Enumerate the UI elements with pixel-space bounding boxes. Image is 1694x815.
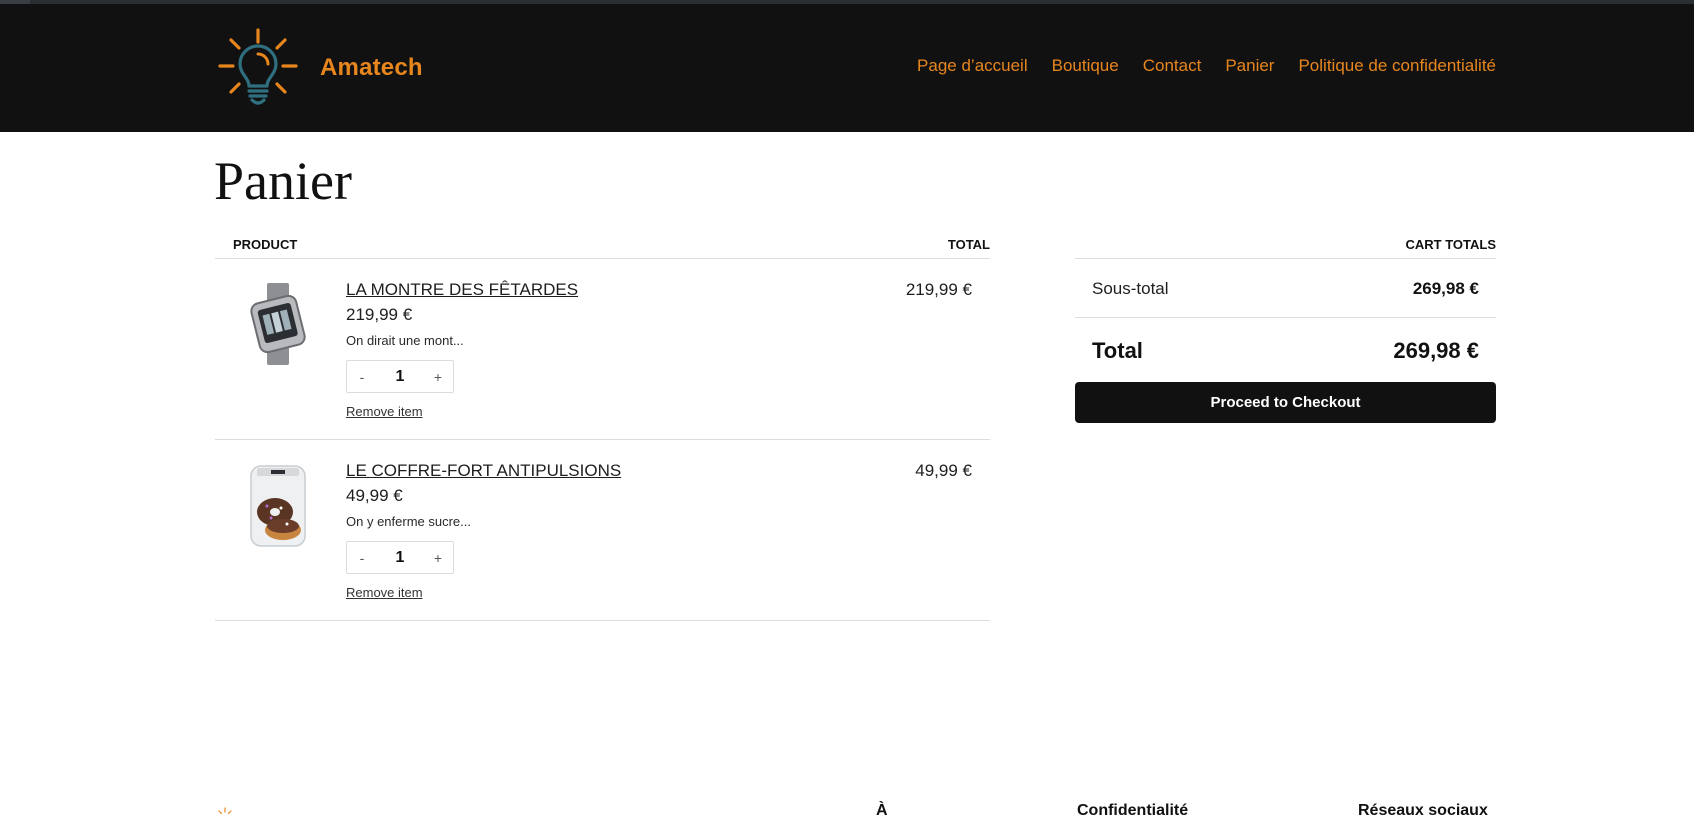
footer-column-heading: À	[876, 802, 888, 815]
total-value: 269,98 €	[1393, 338, 1479, 363]
main-nav: Page d’accueil Boutique Contact Panier P…	[917, 56, 1496, 76]
footer-column-heading: Réseaux sociaux	[1358, 802, 1488, 815]
column-header-total: Total	[947, 237, 990, 252]
product-name-link[interactable]: Le coffre-fort antipulsions	[346, 461, 621, 481]
cart-item-row: Le coffre-fort antipulsions 49,99 € On y…	[215, 440, 990, 621]
subtotal-row: Sous-total 269,98 €	[1075, 259, 1496, 318]
nav-item-privacy[interactable]: Politique de confidentialité	[1298, 56, 1496, 76]
product-price: 219,99 €	[346, 305, 413, 324]
remove-item-link[interactable]: Remove item	[346, 585, 423, 600]
site-title[interactable]: Amatech	[320, 54, 423, 82]
smartwatch-image[interactable]	[243, 279, 313, 369]
product-description: On dirait une mont...	[346, 333, 464, 348]
site-header: Amatech Page d’accueil Boutique Contact …	[0, 4, 1694, 132]
remove-item-link[interactable]: Remove item	[346, 404, 423, 419]
total-label: Total	[1092, 338, 1143, 363]
quantity-decrease-button[interactable]: -	[347, 550, 377, 566]
product-description: On y enferme sucre...	[346, 514, 471, 529]
nav-item-home[interactable]: Page d’accueil	[917, 56, 1028, 76]
quantity-stepper: - 1 +	[346, 541, 454, 574]
proceed-to-checkout-button[interactable]: Proceed to Checkout	[1075, 382, 1496, 423]
cart-totals-panel: Cart totals Sous-total 269,98 € Total 26…	[1075, 233, 1496, 423]
column-header-product: Product	[233, 237, 298, 252]
page-title: Panier	[214, 151, 352, 211]
quantity-decrease-button[interactable]: -	[347, 369, 377, 385]
brand[interactable]: Amatech	[216, 26, 423, 110]
footer-column-heading: Confidentialité	[1077, 802, 1189, 815]
line-total: 219,99 €	[905, 280, 972, 299]
quantity-stepper: - 1 +	[346, 360, 454, 393]
quantity-increase-button[interactable]: +	[423, 550, 453, 566]
lightbulb-icon[interactable]	[216, 26, 300, 110]
donut-jar-image[interactable]	[243, 460, 313, 550]
product-price: 49,99 €	[346, 486, 403, 505]
subtotal-label: Sous-total	[1092, 279, 1169, 298]
quantity-increase-button[interactable]: +	[423, 369, 453, 385]
site-footer: À Confidentialité Réseaux sociaux	[0, 800, 1694, 815]
nav-item-contact[interactable]: Contact	[1143, 56, 1202, 76]
cart-items-table: Product Total La montre des fêtardes 219…	[215, 233, 990, 621]
cart-item-row: La montre des fêtardes 219,99 € On dirai…	[215, 259, 990, 440]
nav-item-cart[interactable]: Panier	[1225, 56, 1274, 76]
quantity-value[interactable]: 1	[377, 368, 423, 386]
subtotal-value: 269,98 €	[1412, 279, 1479, 298]
line-total: 49,99 €	[915, 461, 972, 480]
cart-table-header: Product Total	[215, 233, 990, 259]
nav-item-shop[interactable]: Boutique	[1052, 56, 1119, 76]
product-name-link[interactable]: La montre des fêtardes	[346, 280, 578, 300]
quantity-value[interactable]: 1	[377, 549, 423, 567]
footer-lightbulb-icon	[218, 807, 232, 815]
cart-totals-heading: Cart totals	[1075, 233, 1496, 259]
total-row: Total 269,98 €	[1075, 318, 1496, 382]
